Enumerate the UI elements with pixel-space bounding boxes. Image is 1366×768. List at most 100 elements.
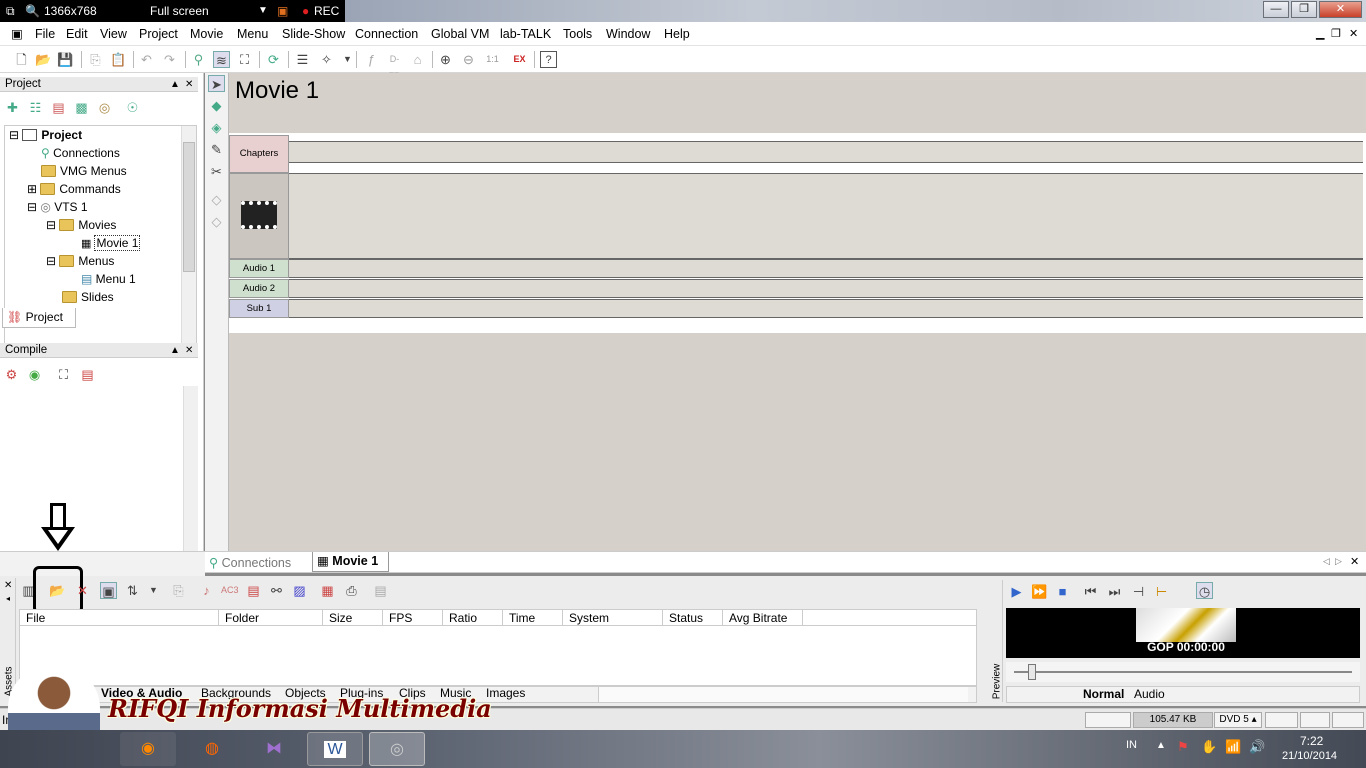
disc-type-select[interactable]: DVD 5 ▴ xyxy=(1214,712,1262,728)
copy-icon[interactable]: ⎘ xyxy=(87,51,104,68)
asset-file-list[interactable] xyxy=(19,626,977,686)
column-file[interactable]: File xyxy=(20,610,219,626)
mark-in-icon[interactable]: ⊣ xyxy=(1130,583,1147,600)
redo-icon[interactable]: ↷ xyxy=(161,51,178,68)
compile-log-icon[interactable]: ▤ xyxy=(79,366,96,383)
prev-marker-icon[interactable]: ◇ xyxy=(208,191,225,208)
track-label-audio1[interactable]: Audio 1 xyxy=(229,259,289,278)
help-icon[interactable]: ? xyxy=(540,51,557,68)
clock-time[interactable]: 7:22 xyxy=(1300,734,1323,748)
recorder-window-icon[interactable]: ⧉ xyxy=(6,4,15,19)
camera-tool-icon[interactable]: ⌂ xyxy=(409,51,426,68)
mdi-close-button[interactable]: ✕ xyxy=(1349,27,1358,40)
panel-close-icon[interactable]: ✕ xyxy=(185,77,193,92)
firefox-icon[interactable]: ◍ xyxy=(184,732,240,766)
compile-run-icon[interactable]: ⚙ xyxy=(3,366,20,383)
tree-node-menus[interactable]: ⊟ Menus xyxy=(46,254,114,268)
rec-label[interactable]: REC xyxy=(314,4,339,18)
security-icon[interactable]: ✋ xyxy=(1201,739,1217,755)
zoom-out-icon[interactable]: ⊖ xyxy=(460,51,477,68)
thumbnail-icon[interactable]: ▣ xyxy=(100,582,117,599)
menu-view[interactable]: View xyxy=(100,27,127,41)
clock-date[interactable]: 21/10/2014 xyxy=(1282,750,1337,762)
pointer-tool-icon[interactable]: ➤ xyxy=(208,75,225,92)
tab-connections[interactable]: ⚲ Connections xyxy=(209,555,291,570)
eraser-icon[interactable]: ✎ xyxy=(208,141,225,158)
chapter-tool-icon[interactable]: ◈ xyxy=(208,119,225,136)
scissors-icon[interactable]: ✂ xyxy=(208,163,225,180)
menu-slide-show[interactable]: Slide-Show xyxy=(282,27,345,41)
mark-out-icon[interactable]: ⊢ xyxy=(1153,583,1170,600)
ac3-icon[interactable]: AC3 xyxy=(221,582,239,599)
connect-icon[interactable]: ⚲ xyxy=(190,51,207,68)
tree-node-connections[interactable]: ⚲ Connections xyxy=(41,146,120,160)
compile-scrollbar[interactable] xyxy=(183,386,198,551)
prev-frame-icon[interactable]: ⏮ xyxy=(1082,583,1099,600)
column-status[interactable]: Status xyxy=(663,610,723,626)
link-icon[interactable]: ⚯ xyxy=(268,582,285,599)
scroll-thumb[interactable] xyxy=(183,142,195,272)
add-vts-icon[interactable]: ◎ xyxy=(96,99,113,116)
app-icon[interactable]: ▣ xyxy=(11,26,23,41)
tree-node-slides[interactable]: Slides xyxy=(62,290,114,304)
column-time[interactable]: Time xyxy=(503,610,563,626)
clock-icon[interactable]: ◷ xyxy=(1196,582,1213,599)
panel-close-icon[interactable]: ✕ xyxy=(185,343,193,358)
media-player-icon[interactable]: ◉ xyxy=(120,732,176,766)
volume-icon[interactable]: 🔊 xyxy=(1249,739,1265,755)
chapters-lane[interactable] xyxy=(289,141,1363,163)
visual-studio-icon[interactable]: ⧓ xyxy=(246,732,302,766)
audio-convert-icon[interactable]: ♪ xyxy=(198,582,215,599)
menu-tools[interactable]: Tools xyxy=(563,27,592,41)
compile-icon[interactable]: ⟳ xyxy=(265,51,282,68)
tab-scroll-left-icon[interactable]: ◁ xyxy=(1323,556,1330,567)
add-chapter-icon[interactable]: ◆ xyxy=(208,97,225,114)
video-lane[interactable] xyxy=(289,173,1363,259)
autotest-icon[interactable]: ☉ xyxy=(124,99,141,116)
track-label-chapters[interactable]: Chapters xyxy=(229,135,289,173)
export-icon[interactable]: ⎙ xyxy=(343,582,360,599)
asset-hscrollbar[interactable] xyxy=(598,687,968,702)
tab-scroll-right-icon[interactable]: ▷ xyxy=(1335,556,1342,567)
menu-file[interactable]: File xyxy=(35,27,55,41)
list-icon[interactable]: ☰ xyxy=(294,51,311,68)
flag-icon[interactable]: ⚑ xyxy=(1177,739,1189,755)
zoom-reset-icon[interactable]: 1:1 xyxy=(484,51,501,68)
track-label-sub1[interactable]: Sub 1 xyxy=(229,299,289,318)
column-system[interactable]: System xyxy=(563,610,663,626)
column-avg-bitrate[interactable]: Avg Bitrate xyxy=(723,610,803,626)
tab-close-icon[interactable]: ✕ xyxy=(1350,555,1359,568)
mdi-restore-button[interactable]: ❐ xyxy=(1331,27,1341,40)
menu-lab-talk[interactable]: lab-TALK xyxy=(500,27,551,41)
layers-icon[interactable]: ≋ xyxy=(213,51,230,68)
menu-global-vm[interactable]: Global VM xyxy=(431,27,489,41)
tree-node-vmg-menus[interactable]: VMG Menus xyxy=(41,164,127,178)
word-icon[interactable]: W xyxy=(307,732,363,766)
add-movie-icon[interactable]: ▤ xyxy=(50,99,67,116)
wand-dropdown-icon[interactable]: ▼ xyxy=(339,51,356,68)
assets-pin-icon[interactable]: ◂ xyxy=(6,594,10,603)
menu-window[interactable]: Window xyxy=(606,27,650,41)
maximize-button[interactable]: ❐ xyxy=(1291,1,1317,18)
binoculars-icon[interactable]: ⛶ xyxy=(236,51,253,68)
open-icon[interactable]: 📂 xyxy=(35,51,52,68)
menu-edit[interactable]: Edit xyxy=(66,27,88,41)
column-ratio[interactable]: Ratio xyxy=(443,610,503,626)
preview-seekbar[interactable] xyxy=(1006,662,1360,682)
tab-movie1[interactable]: ▦ Movie 1 xyxy=(312,552,389,572)
undo-icon[interactable]: ↶ xyxy=(138,51,155,68)
mdi-minimize-button[interactable]: ▁ xyxy=(1316,27,1324,40)
sort-icon[interactable]: ⇅ xyxy=(124,582,141,599)
tree-node-commands[interactable]: ⊞ Commands xyxy=(27,182,121,196)
audio1-lane[interactable] xyxy=(289,259,1363,278)
pro-ex-icon[interactable]: EX xyxy=(511,51,528,68)
zoom-icon[interactable]: 🔍 xyxy=(25,4,40,18)
column-size[interactable]: Size xyxy=(323,610,383,626)
seek-thumb[interactable] xyxy=(1028,664,1036,680)
sort-dropdown-icon[interactable]: ▼ xyxy=(145,582,162,599)
dfr-icon[interactable]: D-FR xyxy=(386,51,403,81)
tab-audio[interactable]: Audio xyxy=(1134,687,1165,701)
fast-forward-icon[interactable]: ⏩ xyxy=(1031,583,1048,600)
paste-icon[interactable]: 📋 xyxy=(110,51,127,68)
copy-asset-icon[interactable]: ⎘ xyxy=(170,582,187,599)
